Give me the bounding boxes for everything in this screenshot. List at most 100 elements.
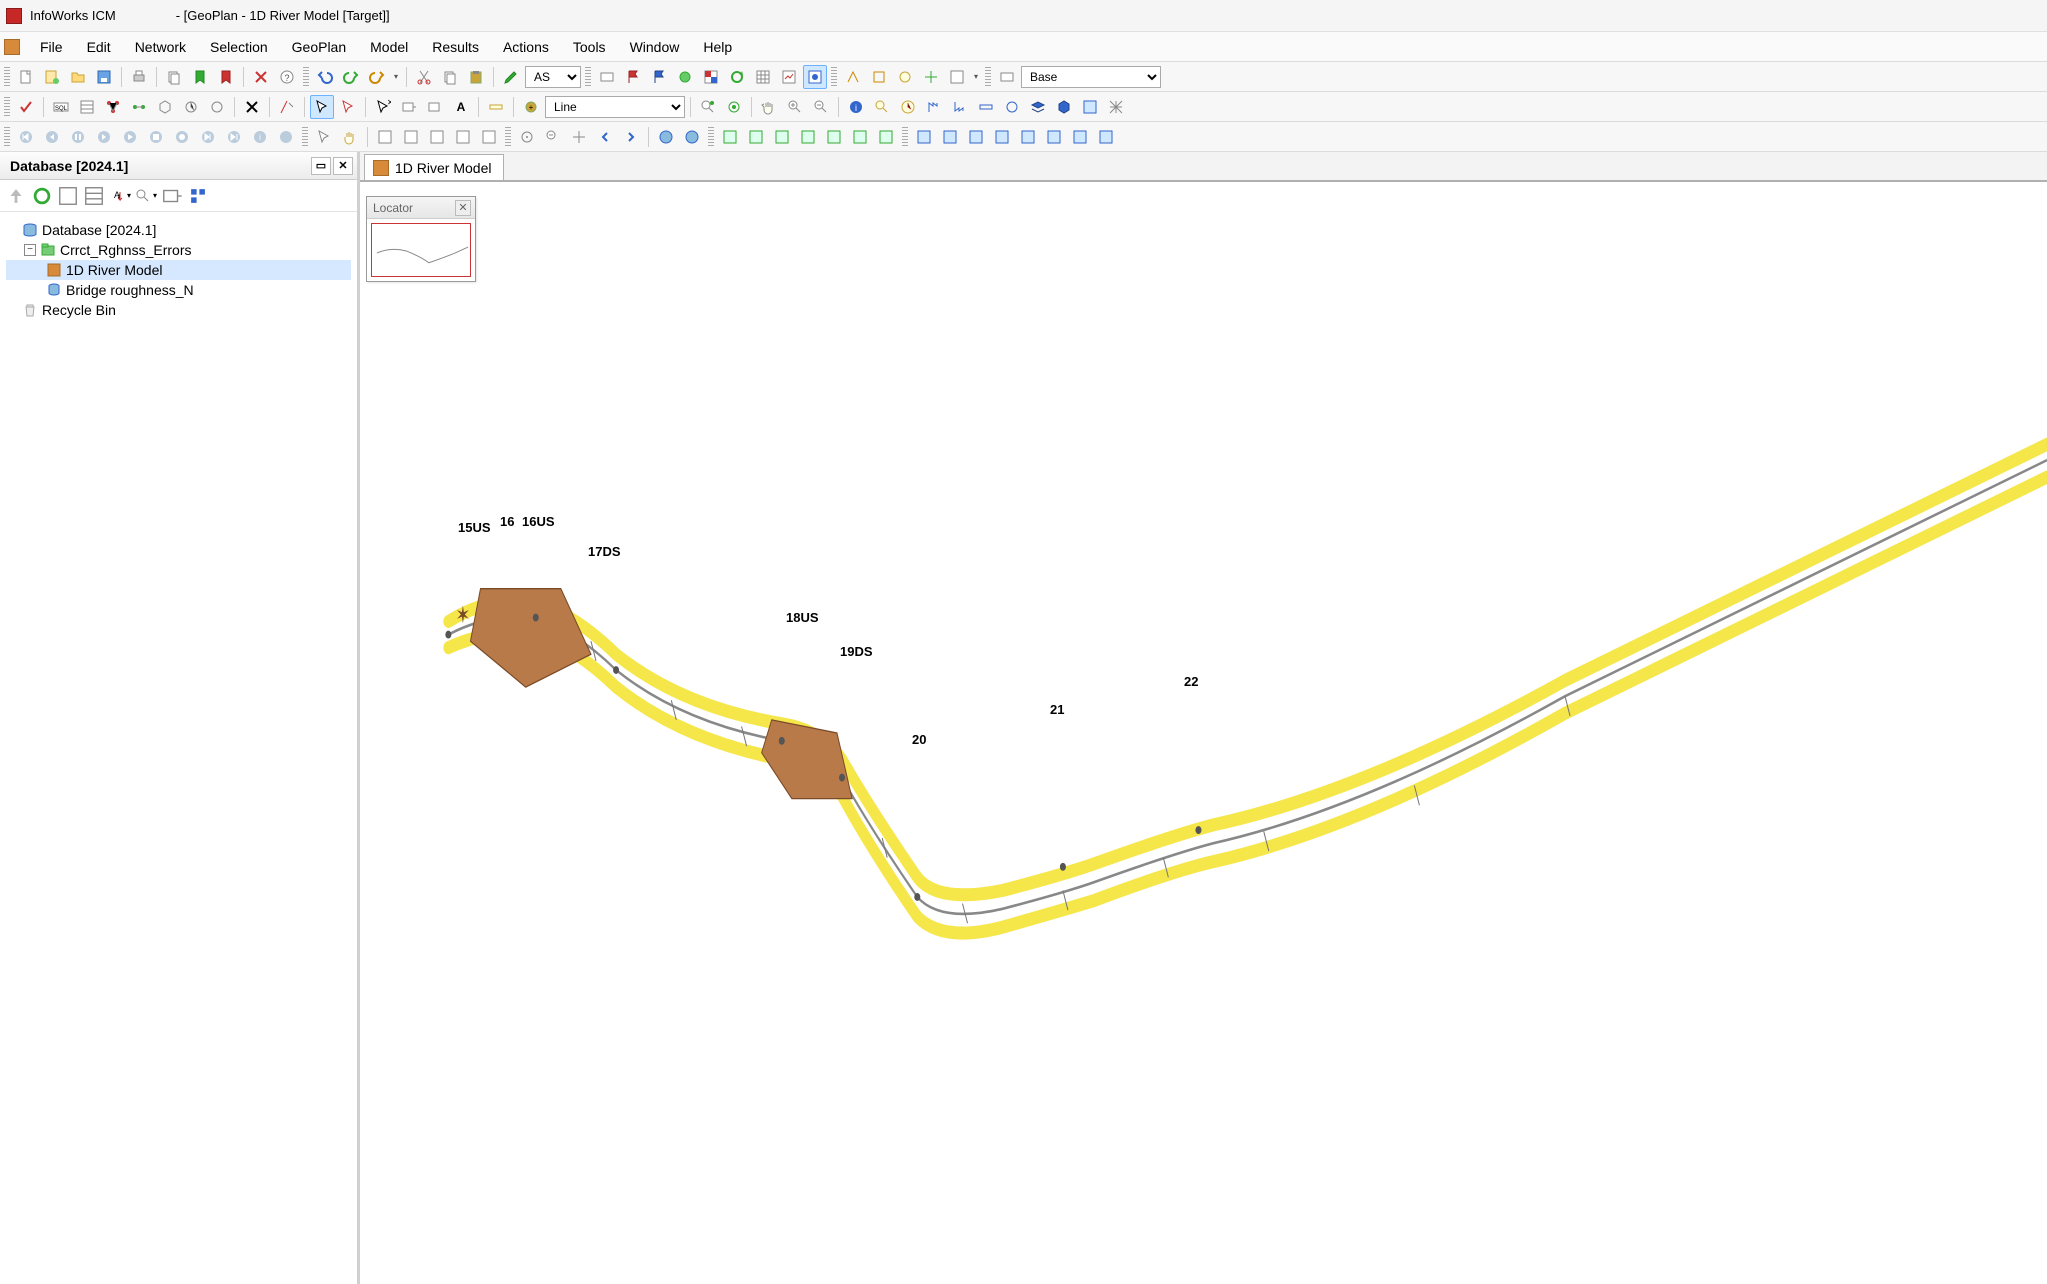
toolbar-grip[interactable] [505,127,511,147]
table2-button[interactable] [399,125,423,149]
geometry-type-select[interactable]: Line [545,96,685,118]
tree-group[interactable]: − Crrct_Rghnss_Errors [6,240,351,260]
crosshair-button[interactable] [567,125,591,149]
sim-fwd-button[interactable] [196,125,220,149]
tool-e-button[interactable] [945,65,969,89]
blue-e-button[interactable] [1016,125,1040,149]
target-button[interactable] [515,125,539,149]
toolbar-grip[interactable] [4,127,10,147]
toolbar-grip[interactable] [302,127,308,147]
snap-button[interactable] [722,95,746,119]
commit-button[interactable] [188,65,212,89]
pointer-delete-tool[interactable] [336,95,360,119]
tool-dropdown[interactable] [971,66,981,88]
edit-geometry-button[interactable] [499,65,523,89]
globe2-button[interactable] [680,125,704,149]
sim-last-button[interactable] [222,125,246,149]
grid2-button[interactable] [75,95,99,119]
toolbar-grip[interactable] [831,67,837,87]
sim-first-button[interactable] [14,125,38,149]
toolbar-grip[interactable] [985,67,991,87]
theme-button[interactable] [699,65,723,89]
print-button[interactable] [127,65,151,89]
select-upstream-button[interactable] [179,95,203,119]
find-tool[interactable] [870,95,894,119]
menu-file[interactable]: File [28,35,75,59]
menu-actions[interactable]: Actions [491,35,561,59]
info-tool[interactable]: i [844,95,868,119]
trace-ds-button[interactable] [948,95,972,119]
zoom-in-tool[interactable] [783,95,807,119]
revert-button[interactable] [214,65,238,89]
2d-d-button[interactable] [796,125,820,149]
new-network-button[interactable] [40,65,64,89]
collapse-toggle[interactable]: − [24,244,36,256]
export-button[interactable] [160,184,184,208]
sim-back-button[interactable] [40,125,64,149]
refresh-button[interactable] [725,65,749,89]
history-button[interactable] [896,95,920,119]
delete-button[interactable] [240,95,264,119]
table5-button[interactable] [477,125,501,149]
pointer-star-tool[interactable]: ✕ [371,95,395,119]
blue-c-button[interactable] [964,125,988,149]
help-button[interactable]: ? [275,65,299,89]
menu-network[interactable]: Network [123,35,198,59]
blue-d-button[interactable] [990,125,1014,149]
trace-between-button[interactable] [974,95,998,119]
tree-network[interactable]: 1D River Model [6,260,351,280]
tree-root[interactable]: Database [2024.1] [6,220,351,240]
panel-close-button[interactable]: ✕ [333,157,353,175]
cursor2-button[interactable] [312,125,336,149]
sim-play-button[interactable] [118,125,142,149]
pointer-tool[interactable] [310,95,334,119]
menu-help[interactable]: Help [691,35,744,59]
toolbar-grip[interactable] [708,127,714,147]
open-button[interactable] [66,65,90,89]
sim-record-button[interactable] [170,125,194,149]
table3-button[interactable] [425,125,449,149]
sort-button[interactable]: A [108,184,132,208]
menu-selection[interactable]: Selection [198,35,280,59]
globe-button[interactable] [654,125,678,149]
move-tool[interactable] [397,95,421,119]
2d-c-button[interactable] [770,125,794,149]
locator-close-button[interactable]: ✕ [455,200,471,216]
table1-button[interactable] [373,125,397,149]
sim-step-button[interactable] [92,125,116,149]
trace-us-button[interactable] [922,95,946,119]
prev-view-button[interactable] [593,125,617,149]
flag2-button[interactable] [647,65,671,89]
toolbar-grip[interactable] [4,67,10,87]
blue-h-button[interactable] [1094,125,1118,149]
check-button[interactable] [14,95,38,119]
toolbar-grip[interactable] [303,67,309,87]
locator-body[interactable] [367,219,475,281]
next-view-button[interactable] [619,125,643,149]
up-button[interactable] [4,184,28,208]
3d-button[interactable] [1052,95,1076,119]
sim-pause-button[interactable] [66,125,90,149]
panel-restore-button[interactable]: ▭ [311,157,331,175]
copy2-button[interactable] [438,65,462,89]
menu-window[interactable]: Window [618,35,692,59]
tab-geoplan[interactable]: 1D River Model [364,154,504,180]
tree-recycle[interactable]: Recycle Bin [6,300,351,320]
measure-tool[interactable] [484,95,508,119]
2d-e-button[interactable] [822,125,846,149]
hand-button[interactable] [338,125,362,149]
redo-split-button[interactable] [365,65,389,89]
import-button[interactable] [186,184,210,208]
menu-tools[interactable]: Tools [561,35,618,59]
tool-c-button[interactable] [893,65,917,89]
tool-b-button[interactable] [867,65,891,89]
redo-button[interactable] [339,65,363,89]
copy-button[interactable] [162,65,186,89]
style-button[interactable] [673,65,697,89]
validate-button[interactable] [249,65,273,89]
tool-d-button[interactable] [919,65,943,89]
2d-b-button[interactable] [744,125,768,149]
text-tool[interactable]: A [449,95,473,119]
new-object-tool[interactable]: + [519,95,543,119]
grid-button[interactable] [751,65,775,89]
